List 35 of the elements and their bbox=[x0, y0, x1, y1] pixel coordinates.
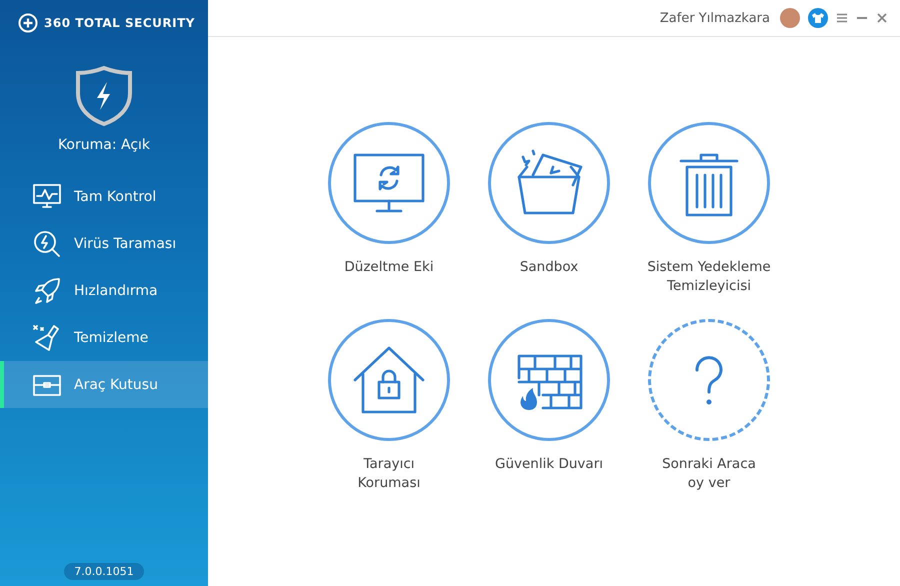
sidebar-item-label: Tam Kontrol bbox=[74, 188, 156, 204]
tool-button[interactable]: Tarayıcı Koruması bbox=[309, 319, 469, 494]
skin-button[interactable] bbox=[808, 8, 828, 28]
sidebar-item-label: Araç Kutusu bbox=[74, 376, 158, 392]
tool-button[interactable]: Sonraki Araca oy ver bbox=[629, 319, 789, 494]
tool-label: Güvenlik Duvarı bbox=[495, 455, 603, 474]
tool-label: Düzeltme Eki bbox=[344, 258, 434, 277]
close-button[interactable] bbox=[876, 12, 888, 24]
sidebar-item[interactable]: Virüs Taraması bbox=[0, 220, 208, 267]
tool-label: Sistem Yedekleme Temizleyicisi bbox=[646, 258, 772, 296]
user-name[interactable]: Zafer Yılmazkara bbox=[660, 10, 770, 26]
menu-button[interactable] bbox=[836, 12, 848, 24]
tool-label: Sandbox bbox=[520, 258, 578, 277]
avatar[interactable] bbox=[780, 8, 800, 28]
shield-icon bbox=[75, 65, 133, 127]
broom-icon bbox=[32, 322, 62, 352]
version-label: 7.0.0.1051 bbox=[64, 563, 144, 580]
sidebar-item-label: Virüs Taraması bbox=[74, 236, 176, 252]
sidebar-item-label: Temizleme bbox=[74, 330, 148, 346]
tool-label: Tarayıcı Koruması bbox=[356, 455, 422, 493]
tool-button[interactable]: Sistem Yedekleme Temizleyicisi bbox=[629, 122, 789, 297]
rocket-icon bbox=[32, 276, 62, 306]
tool-label: Sonraki Araca oy ver bbox=[661, 455, 757, 493]
minimize-icon bbox=[857, 17, 867, 19]
plus-circle-logo-icon bbox=[18, 13, 38, 33]
sidebar-item-label: Hızlandırma bbox=[74, 282, 158, 298]
protection-status: Koruma: Açık bbox=[58, 137, 150, 153]
tool-button[interactable]: Sandbox bbox=[469, 122, 629, 297]
sidebar-item[interactable]: Hızlandırma bbox=[0, 267, 208, 314]
search-icon bbox=[32, 228, 62, 258]
tool-button[interactable]: Düzeltme Eki bbox=[309, 122, 469, 297]
sidebar-item[interactable]: Tam Kontrol bbox=[0, 173, 208, 220]
tool-button[interactable]: Güvenlik Duvarı bbox=[469, 319, 629, 494]
app-logo-text: 360 TOTAL SECURITY bbox=[44, 16, 195, 30]
sidebar-item[interactable]: Temizleme bbox=[0, 314, 208, 361]
